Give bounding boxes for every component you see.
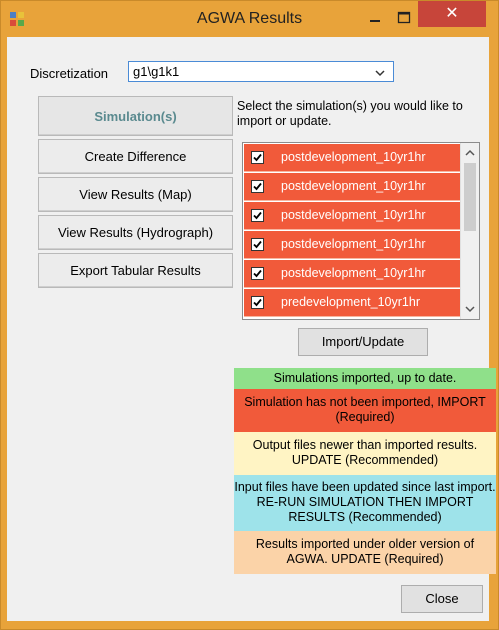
legend-rerun-simulation: Input files have been updated since last… [234,475,496,531]
chevron-down-icon[interactable] [461,301,479,317]
simulation-name: postdevelopment_10yr1hr [281,208,426,222]
simulation-checkbox[interactable] [251,180,264,193]
close-window-button[interactable]: ✕ [418,1,486,27]
close-icon: ✕ [445,5,459,22]
title-bar[interactable]: AGWA Results ✕ [1,1,498,37]
discretization-value: g1\g1k1 [133,64,180,79]
simulation-checkbox[interactable] [251,238,264,251]
checkmark-icon [253,182,262,191]
checkmark-icon [253,211,262,220]
simulation-name: postdevelopment_10yr1hr [281,237,426,251]
legend-update-recommended: Output files newer than imported results… [234,432,496,475]
tab-simulations[interactable]: Simulation(s) [38,96,233,136]
simulation-checkbox[interactable] [251,209,264,222]
list-item[interactable]: postdevelopment_10yr1hr [244,144,462,172]
checkmark-icon [253,153,262,162]
maximize-button[interactable] [392,7,416,29]
list-scrollbar[interactable] [460,143,479,319]
close-button[interactable]: Close [401,585,483,613]
checkmark-icon [253,269,262,278]
chevron-up-icon[interactable] [461,145,479,161]
scrollbar-thumb[interactable] [464,163,476,231]
simulation-checkbox[interactable] [251,296,264,309]
instruction-text: Select the simulation(s) you would like … [237,99,463,128]
simulation-name: postdevelopment_10yr1hr [281,179,426,193]
tab-export-tabular-results[interactable]: Export Tabular Results [38,253,233,288]
tab-view-results-map[interactable]: View Results (Map) [38,177,233,212]
list-item[interactable]: postdevelopment_10yr1hr [244,260,462,288]
list-item[interactable]: postdevelopment_10yr1hr [244,202,462,230]
chevron-down-icon [375,70,385,77]
checkmark-icon [253,240,262,249]
minimize-button[interactable] [363,7,387,29]
legend-not-imported: Simulation has not been imported, IMPORT… [234,389,496,432]
simulation-name: postdevelopment_10yr1hr [281,150,426,164]
list-item[interactable]: postdevelopment_10yr1hr [244,173,462,201]
discretization-label: Discretization [30,66,109,81]
discretization-select[interactable]: g1\g1k1 [128,61,394,82]
list-item[interactable]: predevelopment_10yr1hr [244,289,462,317]
simulation-list[interactable]: postdevelopment_10yr1hr postdevelopment_… [242,142,480,320]
tab-view-results-hydrograph[interactable]: View Results (Hydrograph) [38,215,233,250]
tab-create-difference[interactable]: Create Difference [38,139,233,174]
simulation-name: predevelopment_10yr1hr [281,295,420,309]
checkmark-icon [253,298,262,307]
legend-up-to-date: Simulations imported, up to date. [234,368,496,389]
import-update-button[interactable]: Import/Update [298,328,428,356]
list-item[interactable]: postdevelopment_10yr1hr [244,231,462,259]
simulation-name: postdevelopment_10yr1hr [281,266,426,280]
legend-older-version: Results imported under older version of … [234,531,496,574]
simulation-checkbox[interactable] [251,267,264,280]
simulation-checkbox[interactable] [251,151,264,164]
